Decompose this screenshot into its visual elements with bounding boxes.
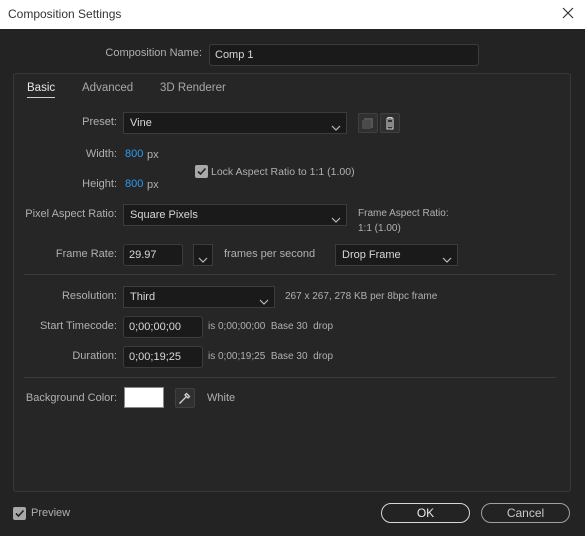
preset-value: Vine (130, 117, 152, 129)
cancel-button[interactable]: Cancel (481, 503, 570, 523)
frame-aspect-value: 1:1 (1.00) (358, 223, 401, 234)
resolution-dropdown[interactable]: Third (123, 286, 275, 308)
pixel-aspect-dropdown[interactable]: Square Pixels (123, 204, 347, 226)
pixel-aspect-value: Square Pixels (130, 209, 198, 221)
divider (24, 377, 556, 378)
ok-button[interactable]: OK (381, 503, 470, 523)
tab-basic[interactable]: Basic (27, 82, 56, 98)
delete-preset-button[interactable] (380, 113, 400, 133)
divider (24, 274, 556, 275)
eyedropper-button[interactable] (175, 388, 195, 408)
chevron-down-icon (198, 251, 208, 263)
preview-checkbox[interactable] (13, 507, 26, 520)
height-label: Height: (82, 178, 117, 190)
frame-rate-presets-dropdown[interactable] (193, 244, 213, 266)
chevron-down-icon (442, 251, 452, 263)
duration-info: is 0;00;19;25 Base 30 drop (208, 351, 334, 362)
close-icon[interactable] (561, 6, 575, 20)
preset-dropdown[interactable]: Vine (123, 112, 347, 134)
resolution-label: Resolution: (61, 290, 117, 302)
drop-frame-value: Drop Frame (342, 249, 401, 261)
frame-rate-unit: frames per second (224, 248, 316, 260)
background-color-label: Background Color: (25, 392, 117, 404)
save-preset-icon (362, 118, 373, 129)
tab-3d-renderer[interactable]: 3D Renderer (160, 82, 226, 94)
duration-label: Duration: (72, 350, 117, 362)
checkmark-icon (197, 167, 207, 176)
eyedropper-icon (178, 392, 191, 405)
trash-icon (386, 116, 394, 130)
start-timecode-label: Start Timecode: (39, 320, 117, 332)
comp-name-input[interactable]: Comp 1 (209, 44, 479, 66)
start-timecode-info: is 0;00;00;00 Base 30 drop (208, 321, 334, 332)
drop-frame-dropdown[interactable]: Drop Frame (335, 244, 458, 266)
start-timecode-input[interactable]: 0;00;00;00 (123, 316, 203, 338)
title-bar: Composition Settings (0, 0, 585, 29)
width-unit: px (147, 149, 159, 161)
window-title: Composition Settings (8, 7, 122, 21)
chevron-down-icon (259, 293, 269, 305)
chevron-down-icon (331, 119, 341, 131)
lock-aspect-checkbox[interactable] (195, 165, 208, 178)
width-label: Width: (85, 148, 117, 160)
tab-advanced[interactable]: Advanced (82, 82, 133, 94)
pixel-aspect-label: Pixel Aspect Ratio: (25, 208, 117, 220)
height-value[interactable]: 800 (125, 178, 143, 190)
preset-label: Preset: (82, 116, 117, 128)
background-color-name: White (207, 392, 236, 404)
frame-rate-input[interactable]: 29.97 (123, 244, 183, 266)
resolution-value: Third (130, 291, 156, 303)
duration-input[interactable]: 0;00;19;25 (123, 346, 203, 368)
width-value[interactable]: 800 (125, 148, 143, 160)
comp-name-label: Composition Name: (105, 47, 202, 59)
lock-aspect-label: Lock Aspect Ratio to 1:1 (1.00) (211, 166, 355, 178)
frame-rate-label: Frame Rate: (55, 248, 117, 260)
height-unit: px (147, 179, 159, 191)
chevron-down-icon (331, 211, 341, 223)
save-preset-button[interactable] (358, 113, 378, 133)
resolution-info: 267 x 267, 278 KB per 8bpc frame (285, 291, 438, 302)
checkmark-icon (15, 509, 25, 518)
frame-aspect-label: Frame Aspect Ratio: (358, 208, 449, 219)
settings-panel (13, 73, 571, 492)
background-color-swatch[interactable] (124, 387, 164, 408)
preview-label: Preview (31, 507, 71, 519)
